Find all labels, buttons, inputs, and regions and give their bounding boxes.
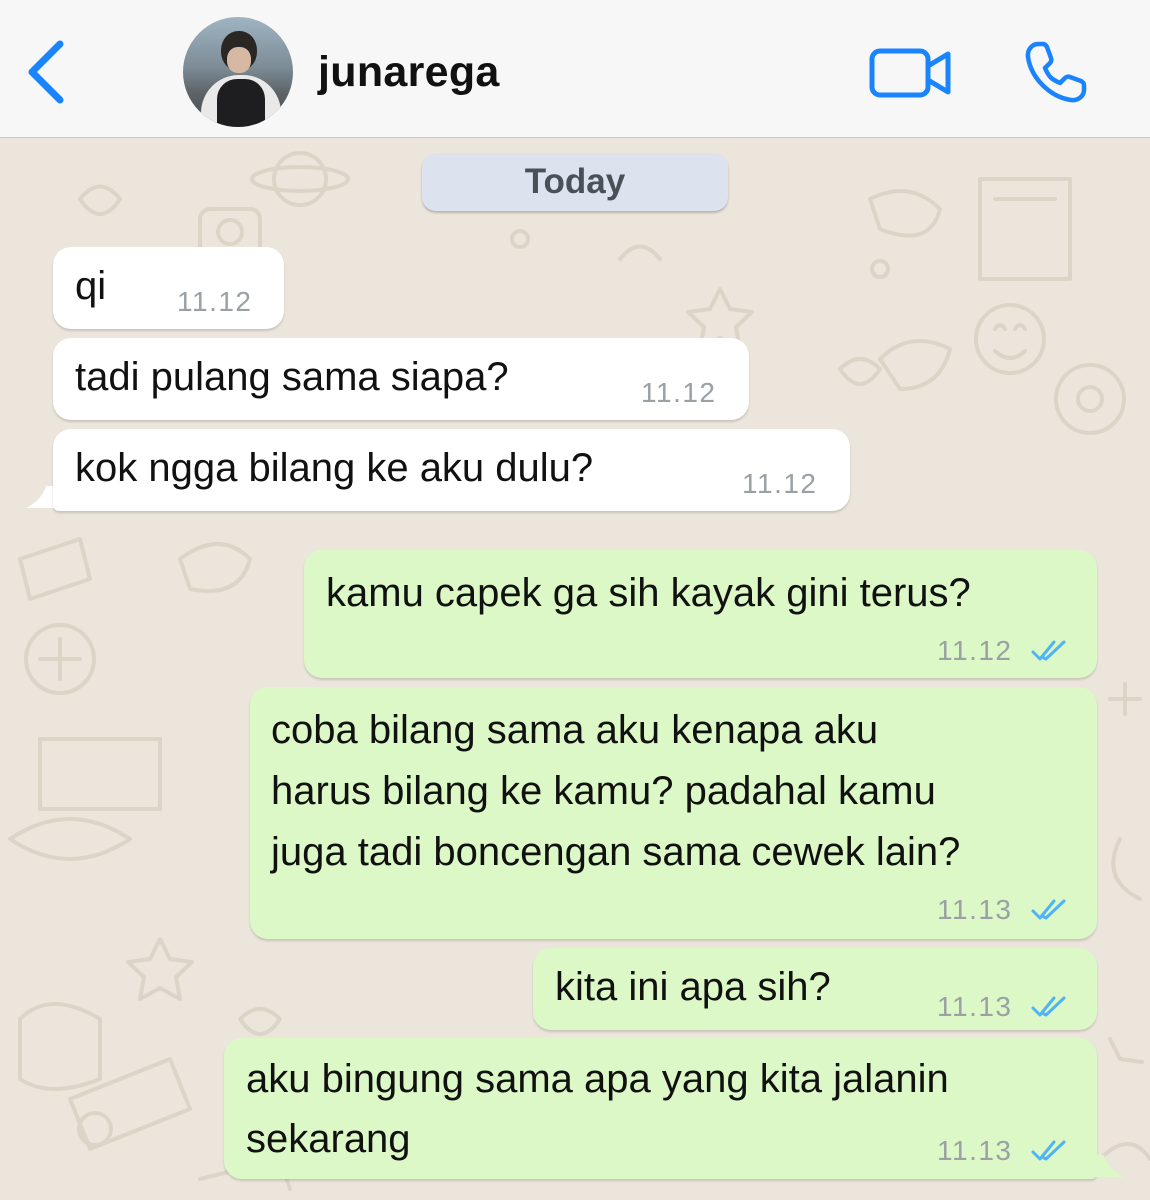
- message-time: 11.13: [937, 894, 1013, 925]
- message-time: 11.12: [641, 377, 717, 408]
- outgoing-message[interactable]: coba bilang sama aku kenapa aku harus bi…: [250, 687, 1097, 939]
- chevron-left-icon[interactable]: [22, 36, 72, 108]
- message-text: kamu capek ga sih kayak gini terus?: [326, 571, 971, 615]
- incoming-message[interactable]: qi 11.12: [53, 247, 284, 329]
- incoming-message[interactable]: kok ngga bilang ke aku dulu? 11.12: [53, 429, 850, 511]
- message-text: qi: [75, 264, 107, 308]
- message-text: harus bilang ke kamu? padahal kamu: [271, 769, 936, 813]
- double-check-icon: [1031, 899, 1066, 920]
- message-text: coba bilang sama aku kenapa aku: [271, 708, 879, 752]
- message-time: 11.13: [937, 1135, 1013, 1166]
- outgoing-message[interactable]: aku bingung sama apa yang kita jalanin s…: [224, 1038, 1097, 1179]
- message-text: juga tadi boncengan sama cewek lain?: [271, 830, 961, 874]
- message-time: 11.12: [177, 286, 253, 317]
- message-time: 11.12: [937, 635, 1013, 666]
- double-check-icon: [1031, 1140, 1066, 1161]
- bubble-tail: [1092, 1155, 1124, 1177]
- outgoing-message[interactable]: kita ini apa sih? 11.13: [533, 948, 1097, 1030]
- double-check-icon: [1031, 640, 1066, 661]
- message-time: 11.12: [742, 468, 818, 499]
- outgoing-message[interactable]: kamu capek ga sih kayak gini terus? 11.1…: [304, 550, 1097, 678]
- message-text: aku bingung sama apa yang kita jalanin: [246, 1057, 949, 1101]
- double-check-icon: [1031, 996, 1066, 1017]
- contact-name[interactable]: junarega: [318, 48, 500, 97]
- avatar[interactable]: [183, 17, 293, 127]
- message-text: kok ngga bilang ke aku dulu?: [75, 446, 594, 490]
- phone-icon[interactable]: [1022, 38, 1090, 106]
- chat-area[interactable]: Today qi 11.12 tadi pulang sama siapa? 1…: [0, 139, 1150, 1200]
- message-text: sekarang: [246, 1117, 411, 1161]
- message-text: kita ini apa sih?: [555, 965, 831, 1009]
- incoming-message[interactable]: tadi pulang sama siapa? 11.12: [53, 338, 749, 420]
- chat-header: junarega: [0, 0, 1150, 138]
- video-camera-icon[interactable]: [868, 46, 954, 100]
- message-time: 11.13: [937, 991, 1013, 1022]
- message-text: tadi pulang sama siapa?: [75, 355, 509, 399]
- date-separator: Today: [422, 153, 728, 211]
